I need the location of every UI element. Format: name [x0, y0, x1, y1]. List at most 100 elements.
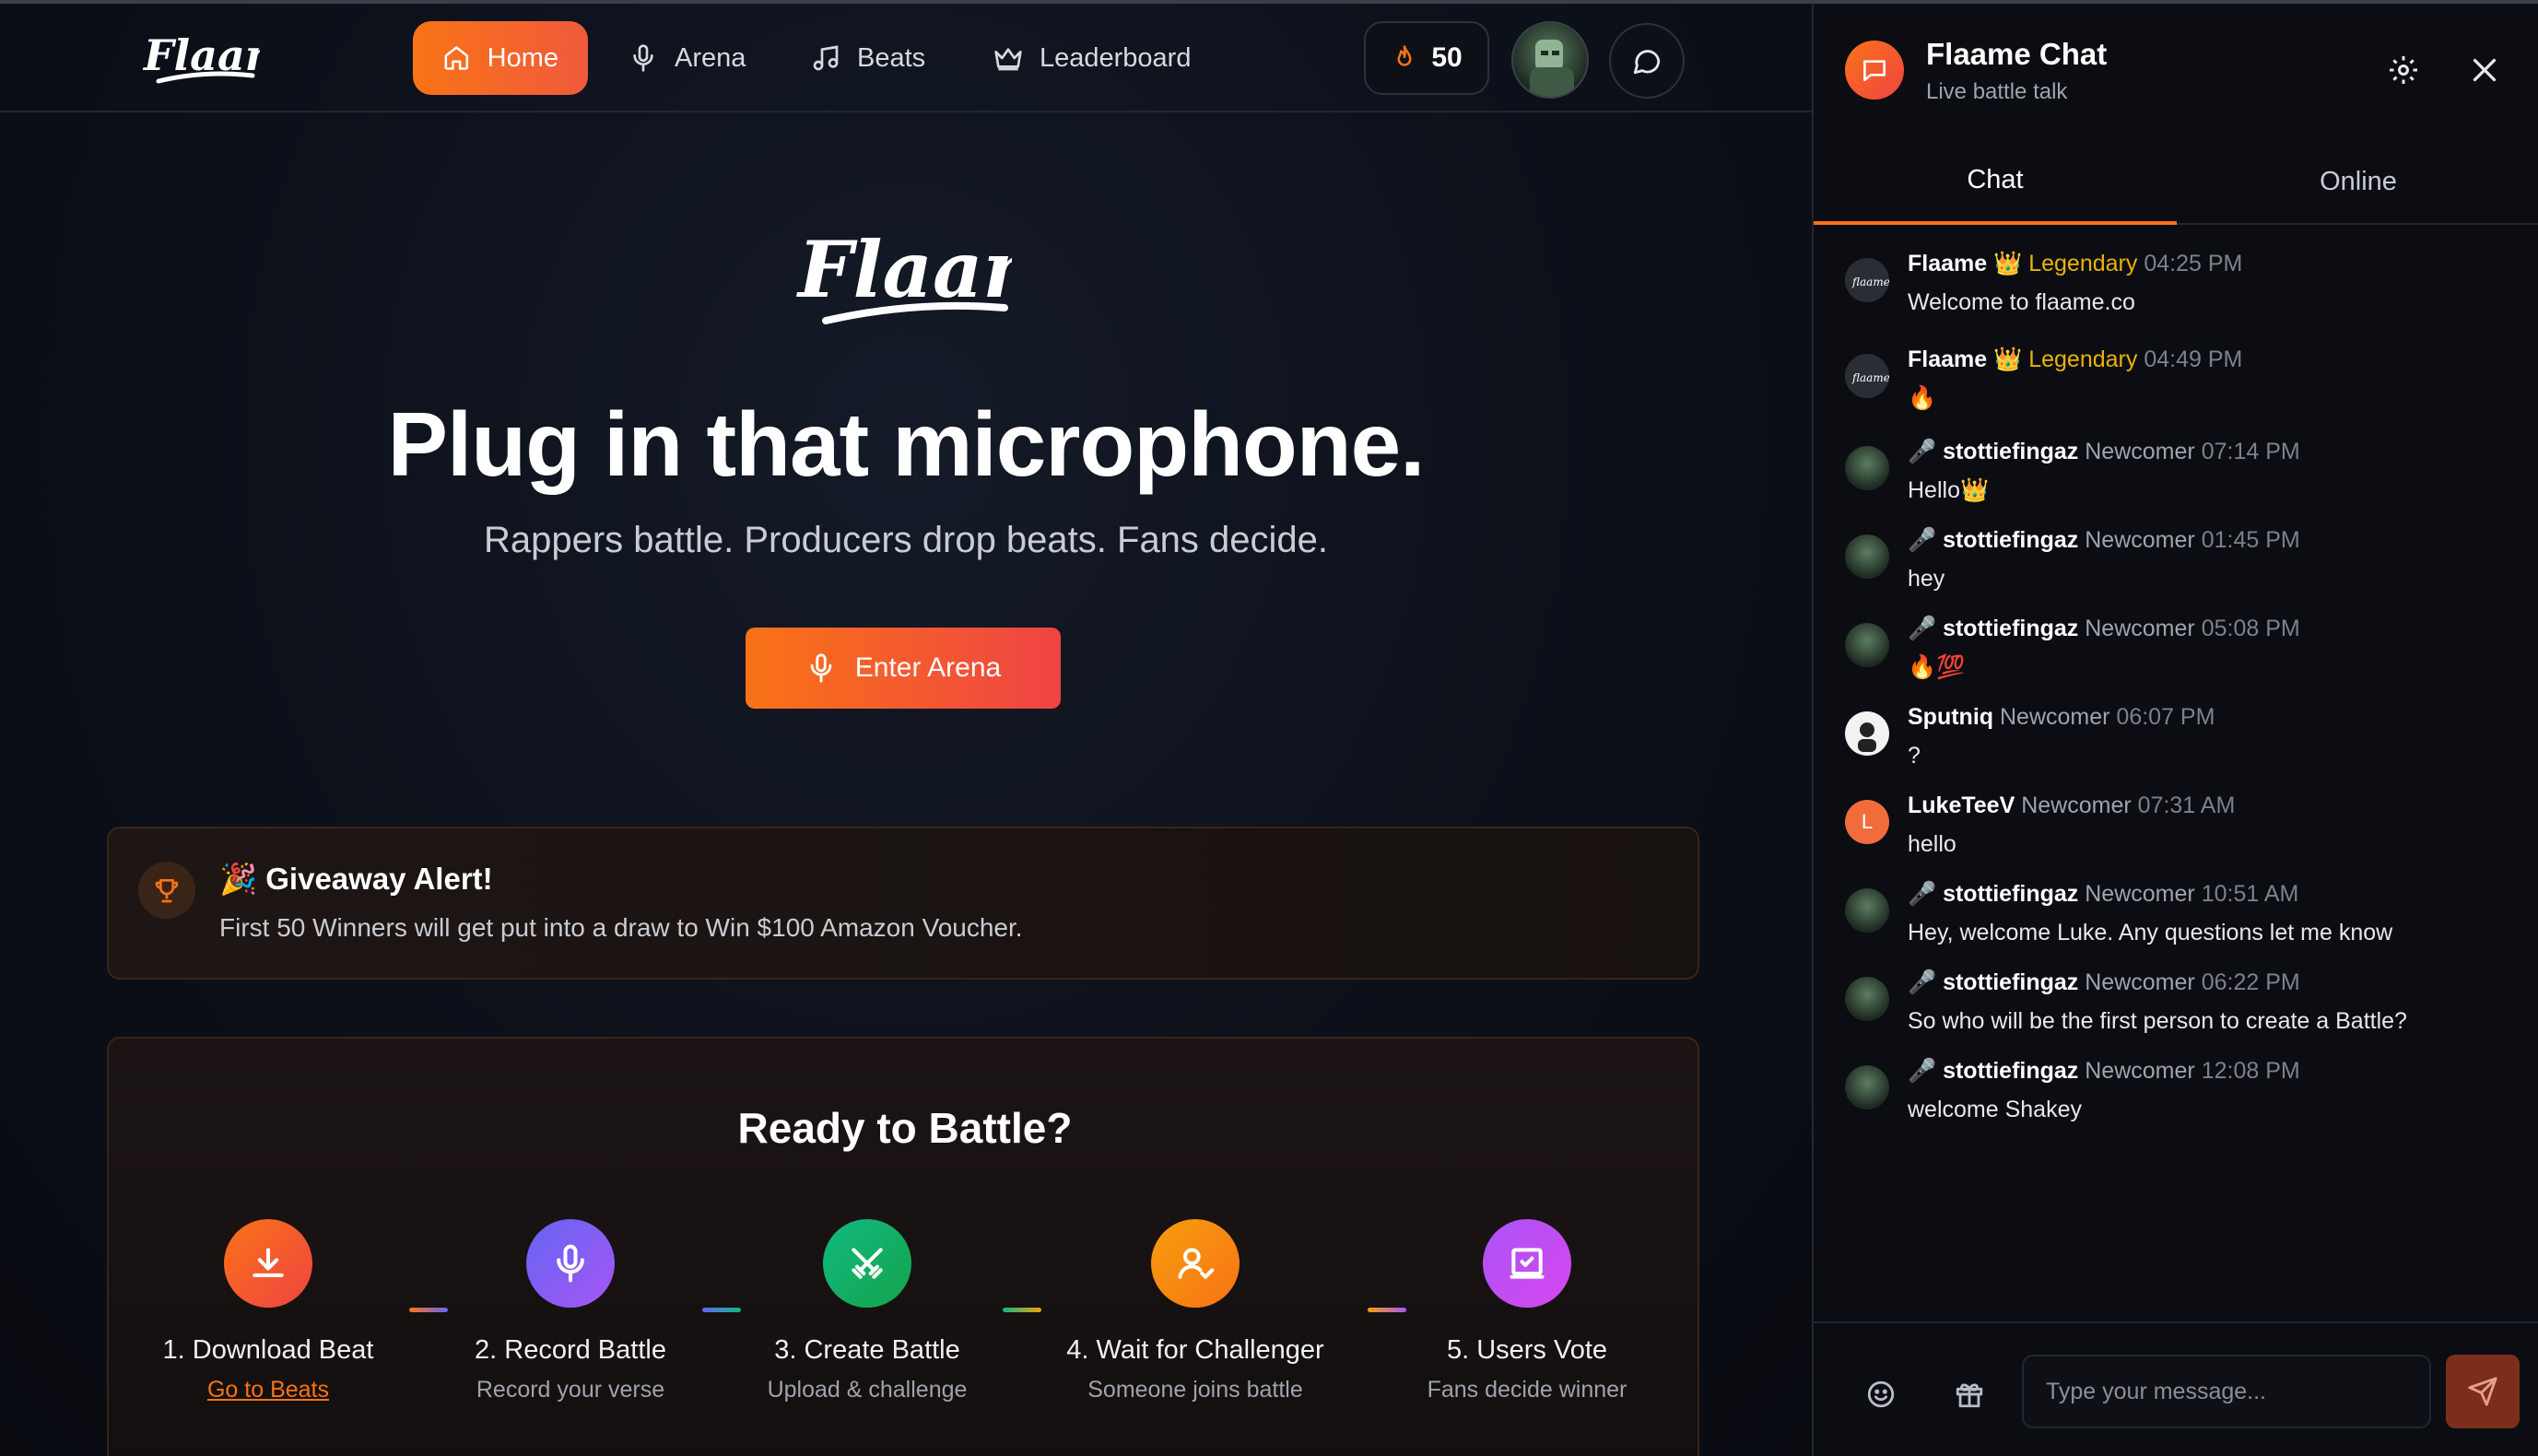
flaame-logo[interactable]: Flaame: [140, 24, 260, 94]
avatar[interactable]: [1845, 977, 1889, 1021]
step-create-battle: 3. Create Battle Upload & challenge: [715, 1219, 1019, 1403]
message-user[interactable]: 🎤 stottiefingaz: [1908, 969, 2078, 995]
message-time: 04:25 PM: [2144, 251, 2243, 276]
nav-arena[interactable]: Arena: [599, 21, 775, 95]
smile-icon[interactable]: [1865, 1379, 1897, 1410]
message-time: 07:14 PM: [2201, 439, 2300, 464]
rank-badge: Newcomer: [2085, 969, 2195, 995]
microphone-icon: [557, 1244, 584, 1283]
tab-chat[interactable]: Chat: [1814, 138, 2177, 225]
avatar[interactable]: [1845, 888, 1889, 933]
giveaway-title: 🎉 Giveaway Alert!: [219, 862, 493, 896]
step-title: 1. Download Beat: [162, 1335, 374, 1365]
microphone-icon: [810, 653, 832, 683]
streak-badge[interactable]: 50: [1364, 21, 1489, 95]
rank-badge: Newcomer: [1999, 704, 2110, 730]
avatar[interactable]: [1845, 534, 1889, 579]
chat-logo-icon-wrap: [1845, 41, 1904, 100]
message-text: Welcome to flaame.co: [1908, 289, 2135, 315]
music-note-icon: [813, 45, 839, 71]
chat-header: Flaame Chat Live battle talk: [1814, 4, 2538, 138]
message-user[interactable]: 🎤 stottiefingaz: [1908, 1058, 2078, 1084]
rank-badge: Newcomer: [2085, 439, 2195, 464]
message-time: 06:22 PM: [2201, 969, 2300, 995]
enter-arena-label: Enter Arena: [854, 652, 1002, 683]
avatar[interactable]: flaame: [1845, 258, 1889, 302]
chat-tabs: Chat Online: [1814, 138, 2538, 225]
step-subtitle: Fans decide winner: [1427, 1377, 1627, 1403]
step-connector: [1003, 1308, 1041, 1312]
avatar[interactable]: L: [1845, 800, 1889, 844]
nav-home[interactable]: Home: [413, 21, 588, 95]
ready-to-battle-card: Ready to Battle? 1. Download Beat Go to …: [107, 1037, 1699, 1456]
step-title: 4. Wait for Challenger: [1066, 1335, 1324, 1365]
nav-beats[interactable]: Beats: [781, 21, 955, 95]
message-user[interactable]: 🎤 stottiefingaz: [1908, 616, 2078, 641]
message-user[interactable]: 🎤 stottiefingaz: [1908, 881, 2078, 907]
message-text: welcome Shakey: [1908, 1097, 2082, 1122]
message-user[interactable]: Flaame: [1908, 251, 1987, 276]
avatar[interactable]: [1845, 446, 1889, 490]
main-area: Flaame Home Arena Beats Leaderboard 50: [0, 4, 1812, 1456]
download-icon: [253, 1248, 284, 1277]
message-user[interactable]: 🎤 stottiefingaz: [1908, 439, 2078, 464]
rank-badge: Newcomer: [2085, 616, 2195, 641]
step-wait-for-challenger: 4. Wait for Challenger Someone joins bat…: [1043, 1219, 1347, 1403]
message-text: hello: [1908, 831, 1956, 857]
step-icon-circle: [224, 1219, 312, 1308]
message-input[interactable]: [2022, 1355, 2431, 1428]
chat-subtitle: Live battle talk: [1926, 79, 2068, 104]
message-user[interactable]: 🎤 stottiefingaz: [1908, 527, 2078, 553]
message-square-icon: [1863, 60, 1886, 81]
message-time: 12:08 PM: [2201, 1058, 2300, 1084]
send-icon: [2468, 1377, 2497, 1406]
message-text: Hello👑: [1908, 477, 1990, 503]
hero-subtitle: Rappers battle. Producers drop beats. Fa…: [483, 520, 1329, 560]
avatar[interactable]: [1845, 711, 1889, 756]
svg-text:flaame: flaame: [1851, 371, 1889, 384]
step-users-vote: 5. Users Vote Fans decide winner: [1375, 1219, 1679, 1403]
gift-icon[interactable]: [1954, 1379, 1985, 1410]
giveaway-text: First 50 Winners will get put into a dra…: [219, 913, 1023, 942]
message-time: 06:07 PM: [2116, 704, 2215, 730]
message-time: 10:51 AM: [2201, 881, 2299, 907]
rank-badge: Newcomer: [2021, 793, 2132, 818]
avatar[interactable]: [1845, 1065, 1889, 1110]
nav-home-label: Home: [487, 42, 558, 73]
nav-leaderboard[interactable]: Leaderboard: [964, 21, 1220, 95]
rank-badge: 👑 Legendary: [1993, 346, 2138, 372]
trophy-icon-wrap: [138, 862, 195, 919]
step-subtitle: Record your verse: [476, 1377, 665, 1403]
message-time: 01:45 PM: [2201, 527, 2300, 553]
rank-badge: Newcomer: [2085, 881, 2195, 907]
message-user[interactable]: LukeTeeV: [1908, 793, 2015, 818]
hero-title: Plug in that microphone.: [387, 393, 1426, 495]
hero-logo: Flaame: [796, 224, 1012, 324]
enter-arena-button[interactable]: Enter Arena: [746, 628, 1061, 709]
svg-text:flaame: flaame: [1851, 276, 1889, 288]
message-user[interactable]: Sputniq: [1908, 704, 1993, 730]
battle-title: Ready to Battle?: [737, 1104, 1073, 1152]
step-subtitle: Upload & challenge: [767, 1377, 968, 1403]
open-chat-button[interactable]: [1609, 23, 1685, 99]
send-button[interactable]: [2446, 1355, 2520, 1428]
microphone-icon: [633, 44, 653, 72]
avatar[interactable]: [1845, 623, 1889, 667]
rank-badge: Newcomer: [2085, 527, 2195, 553]
user-avatar[interactable]: [1511, 21, 1589, 99]
tab-online[interactable]: Online: [2177, 138, 2538, 225]
message-time: 05:08 PM: [2201, 616, 2300, 641]
nav-beats-label: Beats: [857, 42, 926, 73]
top-navbar: Flaame Home Arena Beats Leaderboard 50: [0, 4, 1812, 112]
message-time: 07:31 AM: [2137, 793, 2236, 818]
close-icon[interactable]: [2468, 53, 2501, 87]
go-to-beats-link[interactable]: Go to Beats: [207, 1377, 329, 1403]
step-record-battle: 2. Record Battle Record your verse: [418, 1219, 723, 1403]
nav-arena-label: Arena: [675, 42, 746, 73]
avatar[interactable]: flaame: [1845, 354, 1889, 398]
message-user[interactable]: Flaame: [1908, 346, 1987, 372]
streak-count: 50: [1431, 42, 1463, 73]
trophy-icon: [155, 879, 179, 903]
gear-icon[interactable]: [2387, 53, 2420, 87]
step-subtitle: Someone joins battle: [1087, 1377, 1303, 1403]
